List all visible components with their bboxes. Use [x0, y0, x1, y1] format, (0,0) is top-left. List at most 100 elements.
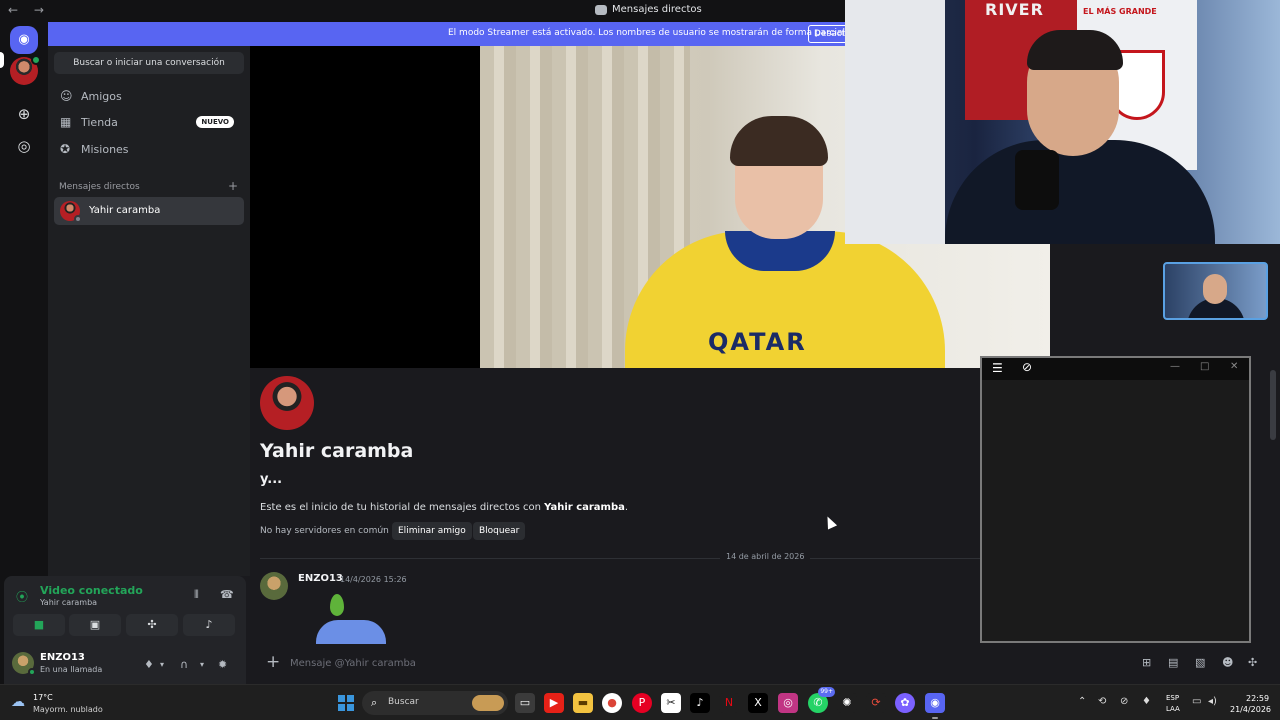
app-icon[interactable]: ⟳: [866, 693, 886, 713]
display-icon[interactable]: ▭: [1192, 696, 1201, 707]
windows-taskbar: ☁ 17°C Mayorm. nublado ⌕ Buscar ▭ ▶ ▬ ● …: [0, 684, 1280, 720]
x-icon[interactable]: X: [748, 693, 768, 713]
weather-icon[interactable]: ☁: [11, 694, 25, 710]
dm-avatar-shortcut[interactable]: [10, 55, 41, 85]
friends-icon: ☺: [60, 89, 73, 103]
network-off-icon[interactable]: ⊘: [1120, 696, 1128, 707]
language-indicator[interactable]: ESP: [1166, 694, 1179, 702]
apps-icon[interactable]: ✣: [1248, 656, 1257, 669]
avatar[interactable]: [260, 376, 314, 430]
dm-sidebar: Buscar o iniciar una conversación ☺ Amig…: [48, 46, 250, 576]
soundboard-button[interactable]: ♪: [183, 614, 235, 636]
intro-name: Yahir caramba: [544, 502, 625, 513]
self-video-thumbnail[interactable]: [1163, 262, 1268, 320]
start-tile: [347, 695, 354, 702]
streamer-hair: [1027, 30, 1123, 70]
message-author[interactable]: ENZO13: [298, 573, 343, 584]
minimize-icon[interactable]: —: [1170, 361, 1180, 372]
attach-plus-icon[interactable]: +: [266, 652, 280, 672]
voice-channel[interactable]: Yahir caramba: [40, 598, 97, 607]
instagram-icon[interactable]: ◎: [778, 693, 798, 713]
netflix-icon[interactable]: N: [719, 693, 739, 713]
taskbar-search[interactable]: ⌕ Buscar: [362, 691, 508, 715]
whatsapp-icon[interactable]: ✆ 99+: [808, 687, 835, 713]
clock-date[interactable]: 21/4/2026: [1230, 705, 1271, 714]
sticker-leaf: [330, 594, 344, 616]
pinterest-icon[interactable]: P: [632, 693, 652, 713]
tiktok-icon[interactable]: ♪: [690, 693, 710, 713]
maximize-icon[interactable]: □: [1200, 361, 1209, 372]
chevron-up-icon[interactable]: ⌃: [1078, 696, 1086, 707]
dm-item[interactable]: Yahir caramba: [54, 197, 244, 225]
flag-text: RIVER: [985, 0, 1044, 19]
start-button[interactable]: [338, 695, 354, 711]
voice-status[interactable]: Video conectado: [40, 584, 143, 597]
volume-icon[interactable]: ◂): [1208, 696, 1217, 707]
hang-up-icon[interactable]: ☎: [220, 588, 234, 601]
chevron-down-icon[interactable]: ▾: [200, 660, 204, 669]
username[interactable]: ENZO13: [40, 652, 85, 663]
wall: [845, 0, 945, 244]
microphone-icon[interactable]: ♦: [144, 658, 154, 671]
emoji-icon[interactable]: ☻: [1222, 656, 1233, 669]
message-timestamp: 14/4/2026 15:26: [340, 575, 407, 584]
message-input[interactable]: [290, 652, 890, 674]
intro-prefix: Este es el inicio de tu historial de men…: [260, 502, 541, 513]
camera-button[interactable]: ■: [13, 614, 65, 636]
chatgpt-icon[interactable]: ✺: [837, 693, 857, 713]
menu-icon[interactable]: ☰: [992, 361, 1003, 375]
overlay-titlebar: ☰ ⊘ — □ ✕: [982, 358, 1249, 380]
remove-friend-button[interactable]: Eliminar amigo: [392, 522, 472, 540]
date-divider: 14 de abril de 2026: [720, 552, 811, 561]
block-button[interactable]: Bloquear: [473, 522, 526, 540]
overlay-window[interactable]: ☰ ⊘ — □ ✕: [980, 356, 1251, 643]
find-conversation-button[interactable]: Buscar o iniciar una conversación: [54, 52, 244, 74]
nav-arrows[interactable]: ← →: [8, 3, 50, 17]
new-dm-icon[interactable]: +: [228, 179, 238, 193]
sync-icon[interactable]: ⟲: [1098, 696, 1106, 707]
add-server-icon[interactable]: ⊕: [10, 100, 38, 128]
chevron-down-icon[interactable]: ▾: [160, 660, 164, 669]
scrollbar[interactable]: [1270, 370, 1276, 440]
close-icon[interactable]: ✕: [1230, 361, 1238, 372]
capcut-icon[interactable]: ✂: [661, 693, 681, 713]
streamer-mode-banner: El modo Streamer está activado. Los nomb…: [48, 22, 852, 46]
keyboard-layout[interactable]: LAA: [1166, 705, 1180, 713]
chrome-icon[interactable]: ●: [602, 693, 622, 713]
disabled-icon[interactable]: ⊘: [1022, 360, 1032, 374]
discover-icon[interactable]: ◎: [10, 132, 38, 160]
selected-indicator: [0, 52, 4, 68]
task-view-icon[interactable]: ▭: [515, 693, 535, 713]
jersey-text: QATAR: [708, 328, 807, 356]
gif-icon[interactable]: ▤: [1168, 656, 1178, 669]
unread-dot: [31, 55, 41, 65]
thumb-face: [1203, 274, 1227, 304]
avatar[interactable]: [260, 572, 288, 600]
youtube-icon[interactable]: ▶: [544, 693, 564, 713]
noise-suppression-icon[interactable]: ⦀: [194, 588, 199, 602]
sticker-icon[interactable]: ▧: [1195, 656, 1205, 669]
discord-taskbar-icon[interactable]: ◉: [925, 693, 945, 719]
user-panel: ENZO13 En una llamada ♦ ▾ ∩ ▾ ✹: [4, 648, 246, 684]
dm-item-name: Yahir caramba: [89, 205, 161, 216]
new-badge: NUEVO: [196, 116, 234, 128]
sidebar-item-quests[interactable]: ✪ Misiones: [54, 138, 244, 162]
voice-panel: ⦿ Video conectado Yahir caramba ⦀ ☎ ■ ▣ …: [4, 576, 246, 684]
weather-condition[interactable]: Mayorm. nublado: [33, 705, 103, 714]
activities-button[interactable]: ✣: [126, 614, 178, 636]
discord-home-icon[interactable]: ◉: [10, 26, 38, 54]
avatar[interactable]: [12, 652, 36, 676]
no-common-servers: No hay servidores en común: [260, 526, 389, 536]
headphones-icon[interactable]: ∩: [180, 658, 188, 671]
screen-share-button[interactable]: ▣: [69, 614, 121, 636]
sidebar-item-shop[interactable]: ▦ Tienda NUEVO: [54, 111, 244, 135]
start-tile: [347, 704, 354, 711]
sidebar-item-friends[interactable]: ☺ Amigos: [54, 85, 244, 109]
file-explorer-icon[interactable]: ▬: [573, 693, 593, 713]
mic-tray-icon[interactable]: ♦: [1142, 696, 1151, 707]
settings-gear-icon[interactable]: ✹: [218, 658, 227, 671]
gift-icon[interactable]: ⊞: [1142, 656, 1151, 669]
weather-temp[interactable]: 17°C: [33, 693, 53, 702]
clock-time[interactable]: 22:59: [1246, 694, 1269, 703]
app-icon[interactable]: ✿: [895, 693, 915, 713]
